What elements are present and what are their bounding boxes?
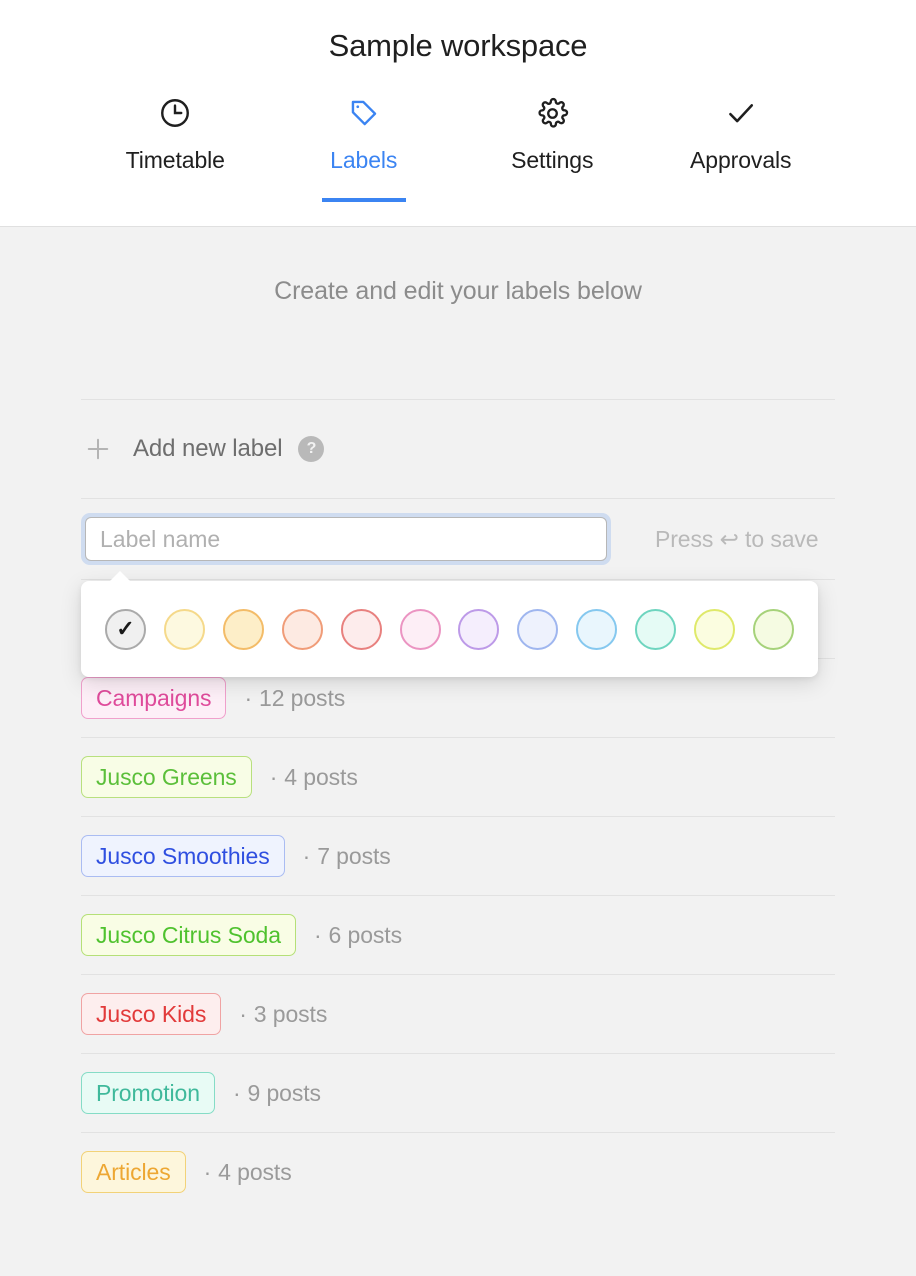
labels-content: Add new label ? Press ↩ to save Engageme… (81, 399, 835, 1211)
label-chip[interactable]: Jusco Greens (81, 756, 252, 798)
color-swatch-amber[interactable] (222, 608, 264, 650)
separator-dot: · (203, 1158, 212, 1185)
post-count-text: 4 posts (218, 1158, 292, 1185)
label-row[interactable]: Articles · 4 posts (81, 1133, 835, 1211)
label-chip[interactable]: Jusco Citrus Soda (81, 914, 296, 956)
tab-label-settings: Settings (511, 147, 594, 173)
color-swatch-light-yellow[interactable] (163, 608, 205, 650)
color-swatch-coral[interactable] (340, 608, 382, 650)
color-swatch-default-gray[interactable]: ✓ (105, 608, 146, 650)
gear-icon (536, 95, 569, 131)
label-post-count: · 9 posts (233, 1080, 321, 1107)
color-swatch-light-blue[interactable] (576, 608, 618, 650)
tab-underline-active (321, 198, 406, 202)
tab-approvals[interactable]: Approvals (647, 95, 836, 188)
label-post-count: · 4 posts (204, 1159, 292, 1186)
tab-labels[interactable]: Labels (270, 95, 459, 202)
label-row[interactable]: Promotion · 9 posts (81, 1054, 835, 1132)
tag-icon (347, 95, 381, 131)
label-post-count: · 6 posts (314, 922, 402, 949)
color-swatch-purple[interactable] (458, 608, 500, 650)
tab-label-timetable: Timetable (125, 147, 225, 173)
tab-label-labels: Labels (330, 147, 398, 173)
separator-dot: · (232, 1079, 241, 1106)
label-name-input[interactable] (85, 517, 607, 561)
label-chip[interactable]: Articles (81, 1151, 186, 1193)
tab-bar: Timetable Labels Settings Approvals (81, 95, 836, 202)
color-swatch-peach[interactable] (281, 608, 323, 650)
popover-arrow (109, 571, 131, 582)
label-chip[interactable]: Campaigns (81, 677, 227, 719)
tab-timetable[interactable]: Timetable (81, 95, 270, 188)
label-row[interactable]: Jusco Kids · 3 posts (81, 975, 835, 1053)
label-chip[interactable]: Jusco Smoothies (81, 835, 285, 877)
add-new-label-text: Add new label (133, 435, 283, 462)
color-swatch-row: ✓ (103, 608, 796, 650)
question-mark-icon[interactable]: ? (298, 436, 325, 462)
tab-label-approvals: Approvals (690, 147, 792, 173)
labels-settings-page: Sample workspace Timetable Labels Settin… (0, 0, 916, 1276)
post-count-text: 4 posts (284, 763, 358, 790)
color-swatch-yellow-green[interactable] (694, 608, 736, 650)
post-count-text: 3 posts (253, 1000, 328, 1027)
color-swatch-teal[interactable] (635, 608, 677, 650)
color-swatch-green[interactable] (752, 608, 794, 650)
new-label-input-row: Press ↩ to save (81, 499, 835, 579)
separator-dot: · (239, 1000, 247, 1027)
post-count-text: 12 posts (259, 684, 346, 711)
label-post-count: · 3 posts (239, 1001, 327, 1028)
label-chip[interactable]: Jusco Kids (81, 993, 222, 1035)
page-header: Sample workspace Timetable Labels Settin… (0, 0, 916, 227)
add-new-label-button[interactable]: Add new label ? (81, 400, 835, 498)
label-row[interactable]: Jusco Greens · 4 posts (81, 738, 835, 816)
separator-dot: · (302, 842, 311, 869)
tab-settings[interactable]: Settings (458, 95, 647, 188)
label-post-count: · 4 posts (270, 764, 358, 791)
color-swatch-indigo[interactable] (517, 608, 559, 650)
save-hint-text: Press ↩ to save (655, 525, 819, 552)
separator-dot: · (313, 921, 322, 948)
label-row[interactable]: Jusco Citrus Soda · 6 posts (81, 896, 835, 974)
post-count-text: 9 posts (247, 1079, 322, 1106)
page-title: Sample workspace (328, 28, 588, 63)
post-count-text: 7 posts (317, 842, 391, 869)
label-row[interactable]: Jusco Smoothies · 7 posts (81, 817, 835, 895)
color-picker-popover: ✓ (81, 571, 818, 677)
label-post-count: · 12 posts (244, 685, 345, 712)
clock-icon (158, 95, 192, 131)
separator-dot: · (269, 763, 278, 790)
post-count-text: 6 posts (328, 921, 403, 948)
new-label-input-focus-ring (81, 513, 611, 565)
color-swatch-pink[interactable] (399, 608, 441, 650)
label-post-count: · 7 posts (303, 843, 391, 870)
separator-dot: · (244, 684, 252, 711)
swatch-selected-check-icon: ✓ (116, 616, 135, 641)
check-icon (724, 95, 758, 131)
page-subtitle: Create and edit your labels below (274, 277, 642, 305)
label-chip[interactable]: Promotion (81, 1072, 215, 1114)
plus-icon (81, 432, 115, 466)
